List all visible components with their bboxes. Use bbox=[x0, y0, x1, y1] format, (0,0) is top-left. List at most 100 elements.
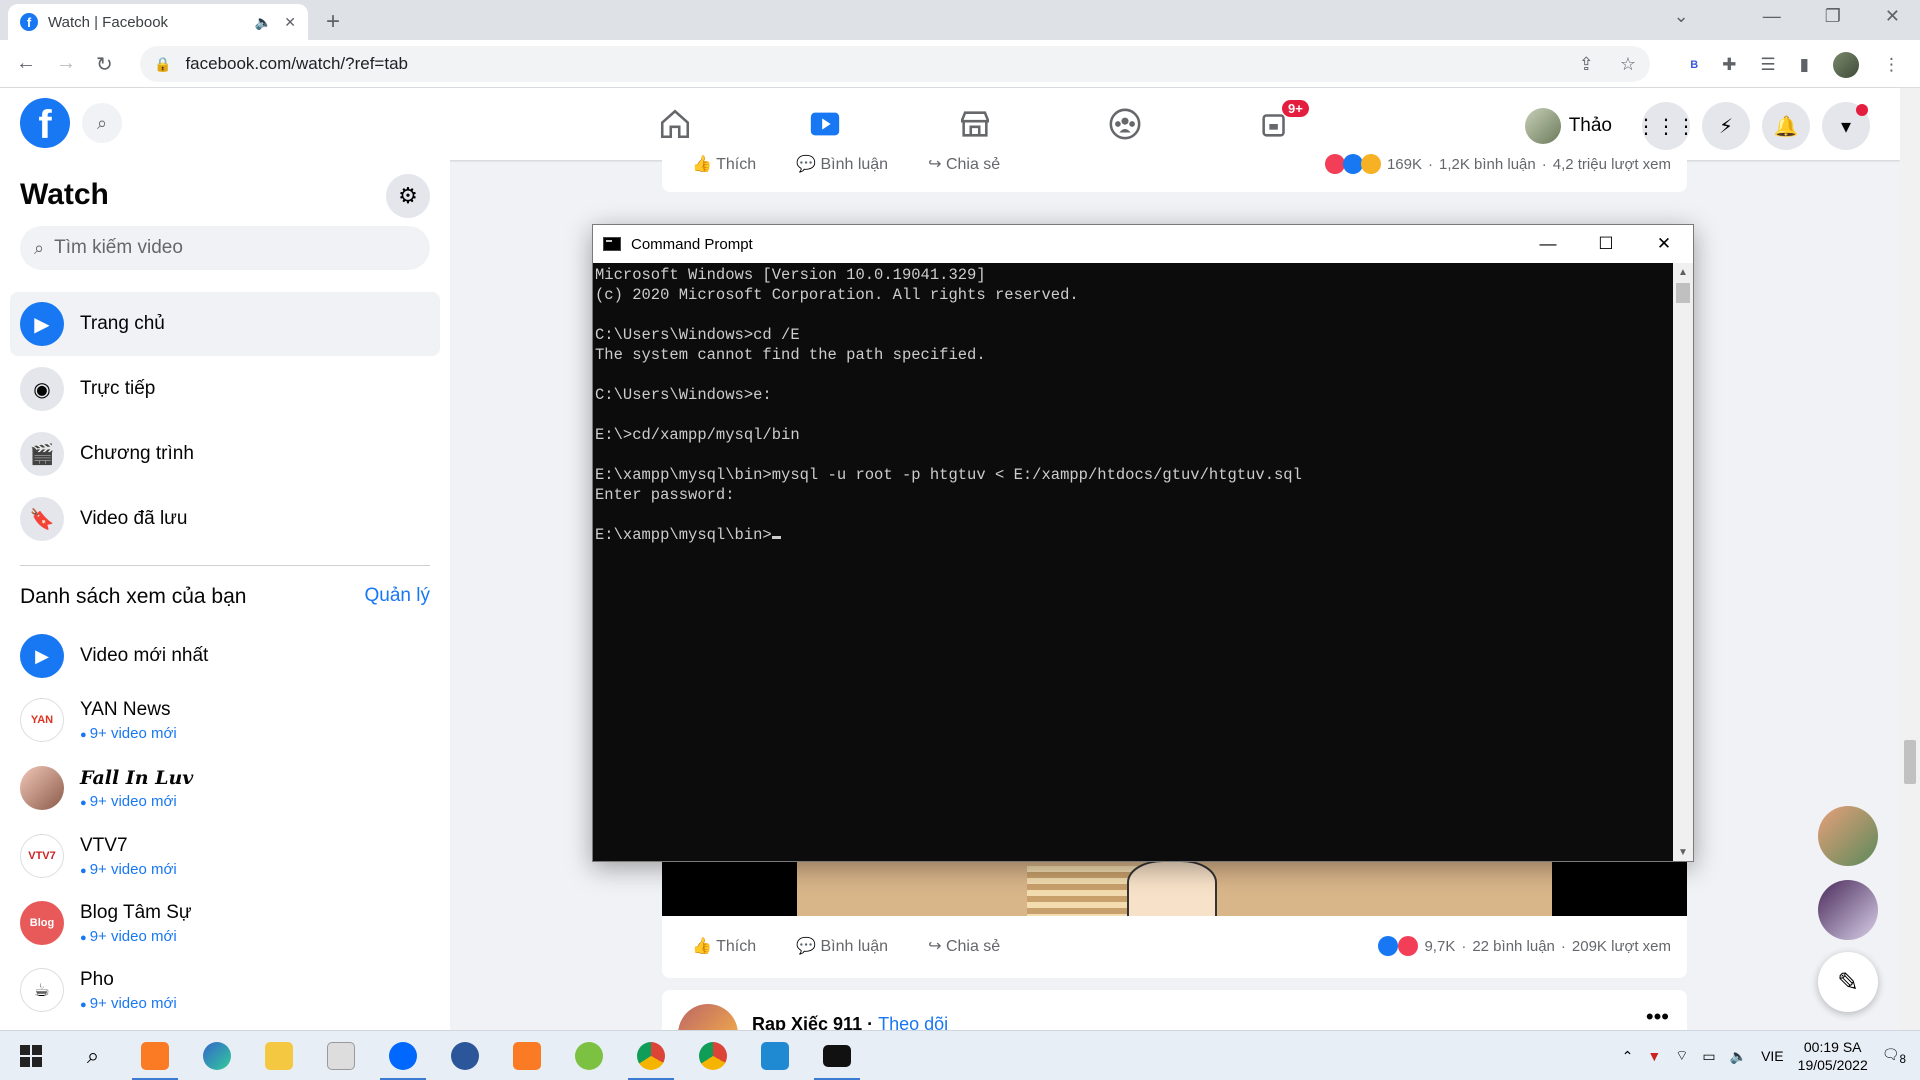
share-label: Chia sẻ bbox=[945, 156, 1001, 173]
chrome-icon[interactable] bbox=[620, 1031, 682, 1080]
share-icon[interactable]: ⇪ bbox=[1579, 54, 1594, 75]
close-icon[interactable]: ✕ bbox=[1635, 225, 1693, 263]
reading-list-icon[interactable]: ☰ bbox=[1760, 55, 1775, 75]
cmd-scrollbar[interactable]: ▲ ▼ bbox=[1673, 263, 1693, 861]
restore-icon[interactable]: ❐ bbox=[1825, 6, 1841, 27]
profile-chip[interactable]: Thảo bbox=[1524, 108, 1612, 144]
language-indicator[interactable]: VIE bbox=[1761, 1048, 1784, 1064]
minimize-icon[interactable]: — bbox=[1763, 6, 1781, 27]
manage-link[interactable]: Quản lý bbox=[365, 585, 430, 609]
settings-gear-icon[interactable]: ⚙ bbox=[386, 174, 430, 218]
more-options-icon[interactable]: ••• bbox=[1646, 1004, 1669, 1030]
sidebar-item-saved[interactable]: 🔖 Video đã lưu bbox=[10, 487, 440, 551]
avatar[interactable] bbox=[678, 1004, 738, 1030]
comment-count[interactable]: 1,2K bình luận bbox=[1439, 156, 1536, 173]
video-character bbox=[1127, 860, 1217, 916]
messenger-icon[interactable]: ⚡ bbox=[1702, 102, 1750, 150]
antivirus-icon[interactable]: ▼ bbox=[1647, 1048, 1661, 1064]
share-button[interactable]: ↪ Chia sẻ bbox=[928, 936, 1000, 956]
action-center-icon[interactable]: 🗨8 bbox=[1882, 1046, 1906, 1066]
file-explorer-icon[interactable] bbox=[248, 1031, 310, 1080]
sidebar-item-shows[interactable]: 🎬 Chương trình bbox=[10, 422, 440, 486]
video-search-input[interactable]: ⌕ Tìm kiếm video bbox=[20, 226, 430, 270]
new-tab-button[interactable]: + bbox=[326, 8, 340, 36]
app-icon[interactable] bbox=[434, 1031, 496, 1080]
account-dropdown-icon[interactable]: ▾ bbox=[1822, 102, 1870, 150]
battery-icon[interactable]: ▭ bbox=[1702, 1048, 1715, 1065]
minimize-icon[interactable]: — bbox=[1519, 225, 1577, 263]
xampp-icon[interactable] bbox=[124, 1031, 186, 1080]
command-prompt-window[interactable]: Command Prompt — ☐ ✕ Microsoft Windows [… bbox=[592, 224, 1694, 862]
wifi-icon[interactable]: ⌔ bbox=[1675, 1047, 1688, 1065]
browser-tab[interactable]: f Watch | Facebook 🔈 ✕ bbox=[8, 4, 308, 40]
comment-button[interactable]: 💬 Bình luận bbox=[796, 936, 888, 956]
address-bar[interactable]: 🔒 facebook.com/watch/?ref=tab ⇪ ☆ bbox=[140, 46, 1650, 82]
search-icon[interactable]: ⌕ bbox=[62, 1031, 124, 1080]
lock-icon[interactable]: 🔒 bbox=[154, 56, 171, 73]
sidebar-item-home[interactable]: ▶ Trang chủ bbox=[10, 292, 440, 356]
like-button[interactable]: 👍 Thích bbox=[692, 936, 756, 956]
contact-avatar[interactable] bbox=[1818, 806, 1878, 866]
watchlist-newest[interactable]: ▶ Video mới nhất bbox=[20, 634, 430, 678]
app-icon[interactable] bbox=[310, 1031, 372, 1080]
forward-icon[interactable]: → bbox=[56, 52, 76, 75]
cmd-icon[interactable] bbox=[806, 1031, 868, 1080]
facebook-logo-icon[interactable]: f bbox=[20, 98, 70, 148]
chrome-icon[interactable] bbox=[682, 1031, 744, 1080]
page-scrollbar[interactable] bbox=[1900, 88, 1920, 1030]
new-message-icon[interactable]: ✎ bbox=[1818, 952, 1878, 1012]
app-icon[interactable] bbox=[558, 1031, 620, 1080]
scroll-down-icon[interactable]: ▼ bbox=[1673, 843, 1693, 861]
notifications-bell-icon[interactable]: 🔔 bbox=[1762, 102, 1810, 150]
search-icon[interactable]: ⌕ bbox=[82, 103, 122, 143]
edge-icon[interactable] bbox=[186, 1031, 248, 1080]
reaction-count[interactable]: 9,7K bbox=[1424, 938, 1455, 955]
tab-search-icon[interactable]: ⌄ bbox=[1674, 6, 1689, 27]
speaker-icon[interactable]: 🔈 bbox=[255, 14, 272, 31]
side-panel-icon[interactable]: ▮ bbox=[1800, 55, 1809, 75]
follow-link[interactable]: Theo dõi bbox=[878, 1014, 948, 1030]
list-item[interactable]: VTV7 VTV7 9+ video mới bbox=[20, 834, 430, 878]
contact-avatar[interactable] bbox=[1818, 880, 1878, 940]
terminal-output[interactable]: Microsoft Windows [Version 10.0.19041.32… bbox=[593, 263, 1673, 861]
scroll-thumb[interactable] bbox=[1676, 283, 1690, 303]
cmd-titlebar[interactable]: Command Prompt — ☐ ✕ bbox=[593, 225, 1693, 263]
extension-b-icon[interactable]: B bbox=[1690, 59, 1698, 71]
sidebar-item-live[interactable]: ◉ Trực tiếp bbox=[10, 357, 440, 421]
scroll-up-icon[interactable]: ▲ bbox=[1673, 263, 1693, 281]
xampp-icon[interactable] bbox=[496, 1031, 558, 1080]
profile-avatar[interactable] bbox=[1833, 52, 1859, 78]
puzzle-icon[interactable]: ✚ bbox=[1722, 55, 1736, 75]
maximize-icon[interactable]: ☐ bbox=[1577, 225, 1635, 263]
back-icon[interactable]: ← bbox=[16, 52, 36, 75]
close-window-icon[interactable]: ✕ bbox=[1885, 6, 1900, 27]
comment-button[interactable]: 💬 Bình luận bbox=[796, 154, 888, 174]
clock[interactable]: 00:19 SA 19/05/2022 bbox=[1798, 1038, 1868, 1074]
vtv7-avatar: VTV7 bbox=[20, 834, 64, 878]
start-icon[interactable] bbox=[0, 1031, 62, 1080]
video-player[interactable] bbox=[662, 860, 1687, 916]
scroll-thumb[interactable] bbox=[1904, 740, 1916, 784]
like-button[interactable]: 👍 Thích bbox=[692, 154, 756, 174]
menu-grid-icon[interactable]: ⋮⋮⋮ bbox=[1636, 102, 1696, 150]
separator: · bbox=[1428, 155, 1433, 173]
list-item[interactable]: Blog Blog Tâm Sự 9+ video mới bbox=[20, 901, 430, 945]
show-hidden-icon[interactable]: ⌃ bbox=[1622, 1048, 1634, 1065]
list-item[interactable]: YAN YAN News 9+ video mới bbox=[20, 698, 430, 742]
reload-icon[interactable]: ↻ bbox=[96, 52, 113, 77]
comment-count[interactable]: 22 bình luận bbox=[1472, 938, 1555, 955]
zalo-icon[interactable] bbox=[372, 1031, 434, 1080]
share-button[interactable]: ↪ Chia sẻ bbox=[928, 154, 1000, 174]
terminal-line: ​ bbox=[595, 305, 1673, 325]
terminal-line: ​ bbox=[595, 365, 1673, 385]
bookmark-star-icon[interactable]: ☆ bbox=[1620, 54, 1636, 75]
menu-icon[interactable]: ⋮ bbox=[1883, 55, 1900, 75]
list-item[interactable]: Fall In Luv 9+ video mới bbox=[20, 766, 430, 810]
vscode-icon[interactable] bbox=[744, 1031, 806, 1080]
close-tab-icon[interactable]: ✕ bbox=[284, 14, 296, 31]
author-name[interactable]: Rap Xiếc 911 bbox=[752, 1014, 862, 1030]
cmd-window-controls: — ☐ ✕ bbox=[1519, 225, 1693, 263]
reaction-count[interactable]: 169K bbox=[1387, 156, 1422, 173]
list-item[interactable]: ☕ Pho 9+ video mới bbox=[20, 968, 430, 1012]
volume-icon[interactable]: 🔈 bbox=[1730, 1048, 1747, 1065]
